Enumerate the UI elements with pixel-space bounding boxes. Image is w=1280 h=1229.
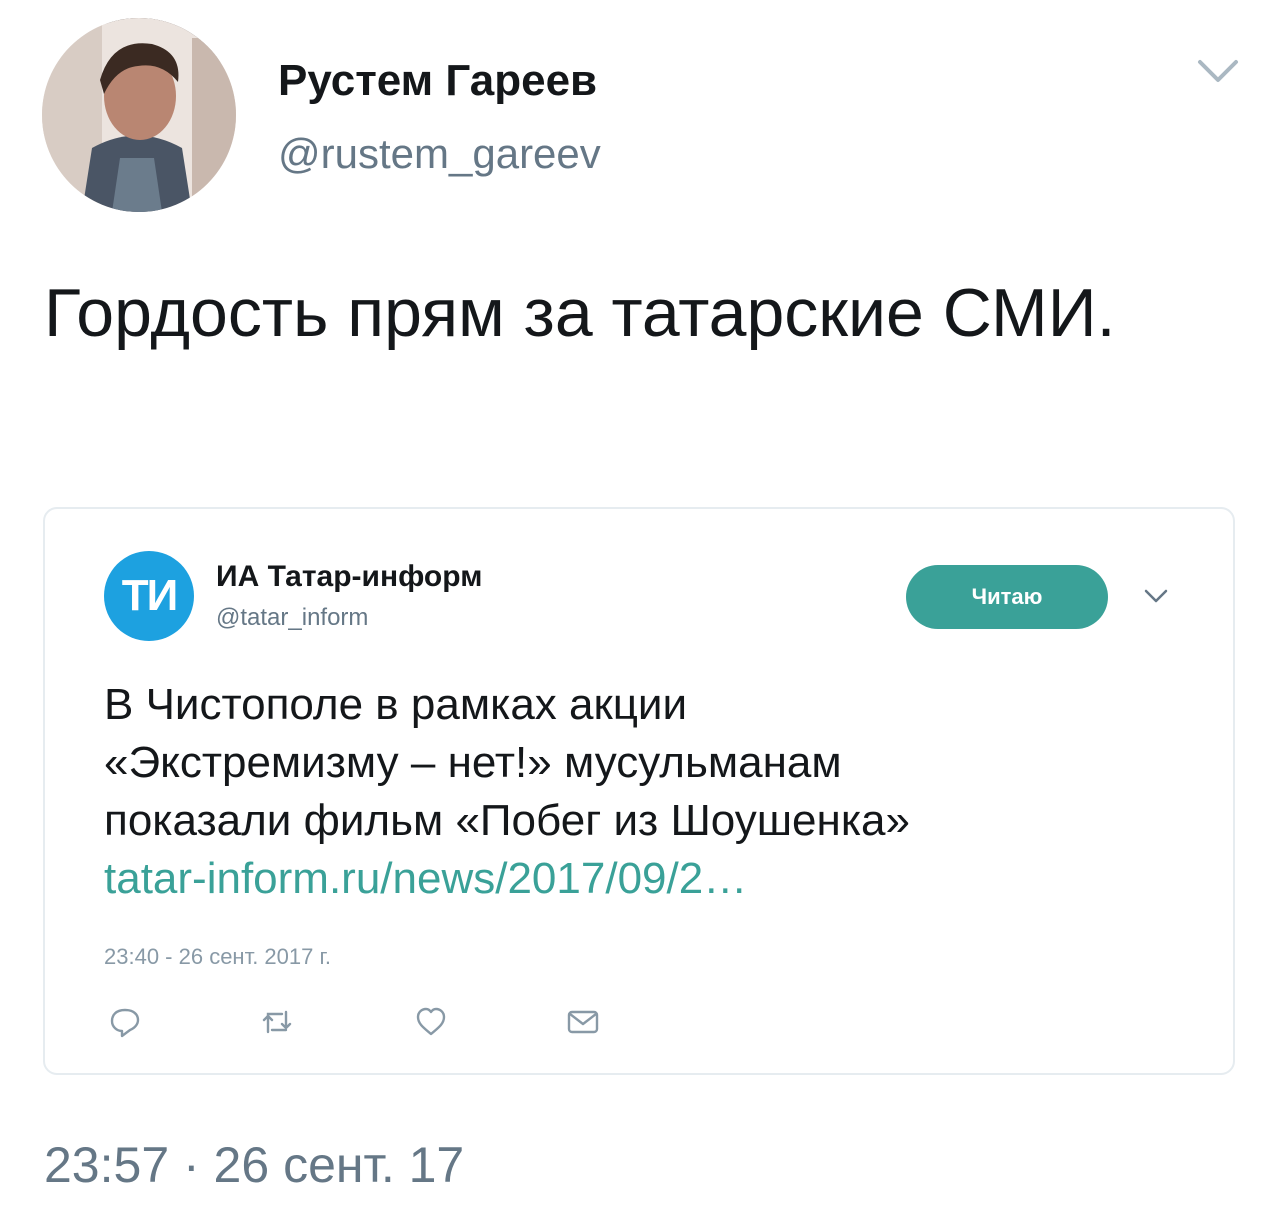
author-avatar[interactable]: [42, 18, 236, 212]
retweet-icon[interactable]: [260, 1006, 294, 1038]
chevron-down-icon[interactable]: [1143, 588, 1169, 606]
message-icon[interactable]: [566, 1006, 600, 1038]
tweet-timestamp[interactable]: 23:57 · 26 сент. 17: [44, 1136, 464, 1194]
quoted-author-name[interactable]: ИА Татар-информ: [216, 560, 482, 594]
quoted-tweet-link[interactable]: tatar-inform.ru/news/2017/09/2…: [104, 850, 1204, 908]
chevron-down-icon[interactable]: [1196, 56, 1240, 86]
author-name[interactable]: Рустем Гареев: [278, 56, 597, 106]
quoted-author-handle[interactable]: @tatar_inform: [216, 604, 368, 632]
like-icon[interactable]: [414, 1006, 448, 1038]
quoted-text-line: В Чистополе в рамках акции: [104, 680, 688, 729]
following-button[interactable]: Читаю: [906, 565, 1108, 629]
author-handle[interactable]: @rustem_gareev: [278, 130, 601, 178]
quoted-text-line: «Экстремизму – нет!» мусульманам: [104, 738, 842, 787]
quoted-tweet-text: В Чистополе в рамках акции «Экстремизму …: [104, 676, 1204, 908]
profile-photo-icon: [42, 18, 236, 212]
tweet-text: Гордость прям за татарские СМИ.: [44, 275, 1116, 351]
quoted-text-line: показали фильм «Побег из Шоушенка»: [104, 796, 910, 845]
tatar-inform-logo[interactable]: ТИ: [104, 551, 194, 641]
reply-icon[interactable]: [108, 1006, 142, 1038]
quoted-tweet-time[interactable]: 23:40 - 26 сент. 2017 г.: [104, 944, 331, 970]
